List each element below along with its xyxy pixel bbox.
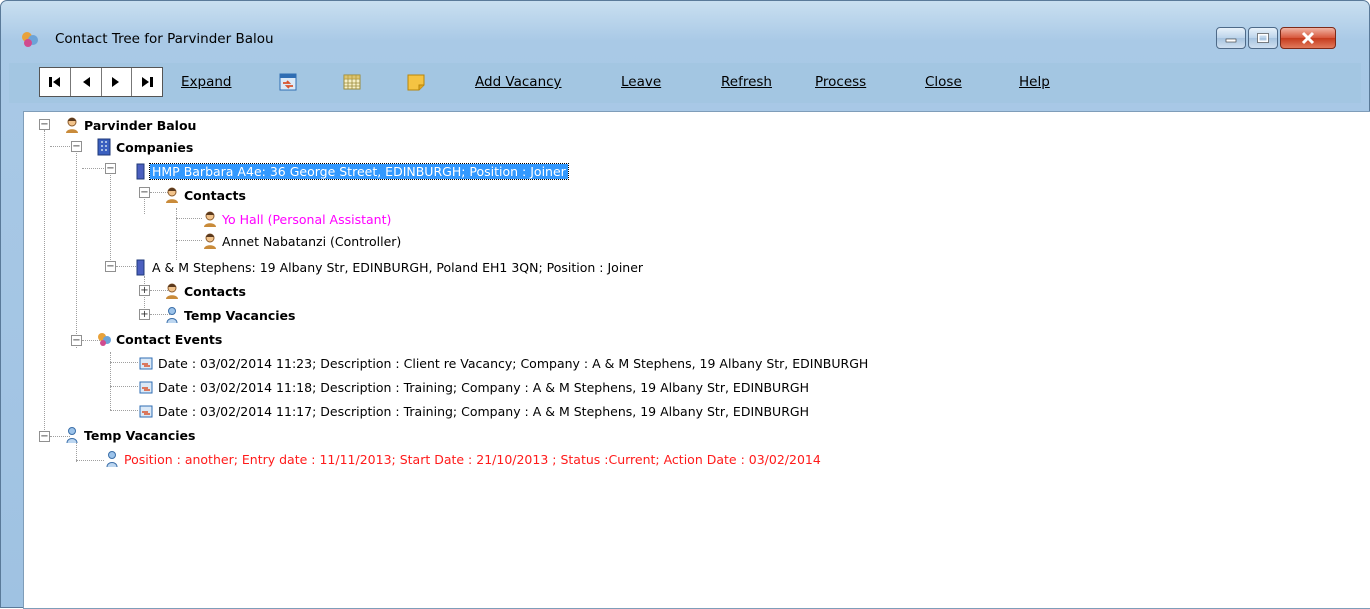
tree-node-event1[interactable]: Date : 03/02/2014 11:23; Description : C… bbox=[138, 353, 870, 373]
tree-line bbox=[44, 130, 45, 438]
record-navigator bbox=[39, 67, 163, 97]
close-link[interactable]: Close bbox=[925, 74, 962, 90]
tree-line bbox=[110, 386, 138, 387]
tree-node-company2-temp-vacancies[interactable]: Temp Vacancies bbox=[164, 305, 297, 325]
previous-record-button[interactable] bbox=[71, 68, 102, 96]
contact2-label: Annet Nabatanzi (Controller) bbox=[222, 233, 402, 249]
collapse-toggle[interactable]: − bbox=[139, 187, 150, 198]
calendar-swap-icon[interactable] bbox=[277, 71, 299, 93]
building-icon bbox=[136, 163, 145, 180]
collapse-toggle[interactable]: − bbox=[39, 119, 50, 130]
close-window-button[interactable] bbox=[1280, 27, 1336, 49]
tree-node-vacancy1[interactable]: Position : another; Entry date : 11/11/2… bbox=[104, 449, 823, 469]
tree-line bbox=[110, 170, 111, 270]
window-title: Contact Tree for Parvinder Balou bbox=[55, 31, 274, 47]
minimize-button[interactable] bbox=[1216, 27, 1246, 49]
previous-icon bbox=[82, 77, 90, 87]
person-icon bbox=[204, 233, 216, 249]
tree-node-company2[interactable]: A & M Stephens: 19 Albany Str, EDINBURGH… bbox=[132, 257, 645, 277]
tree-line bbox=[110, 410, 138, 411]
expand-toggle[interactable]: + bbox=[139, 285, 150, 296]
vacancy-icon bbox=[66, 427, 78, 444]
contact-tree-window: Contact Tree for Parvinder Balou Expand … bbox=[0, 0, 1370, 609]
expand-toggle[interactable]: + bbox=[139, 309, 150, 320]
event2-label: Date : 03/02/2014 11:18; Description : T… bbox=[158, 379, 809, 395]
contact1-label: Yo Hall (Personal Assistant) bbox=[222, 211, 392, 227]
collapse-toggle[interactable]: − bbox=[71, 335, 82, 346]
tree-line bbox=[176, 240, 202, 241]
collapse-toggle[interactable]: − bbox=[71, 141, 82, 152]
contact-events-label: Contact Events bbox=[116, 331, 223, 347]
collapse-toggle[interactable]: − bbox=[105, 261, 116, 272]
tree-node-event2[interactable]: Date : 03/02/2014 11:18; Description : T… bbox=[138, 377, 811, 397]
last-icon bbox=[142, 77, 154, 87]
app-icon bbox=[22, 32, 38, 47]
collapse-toggle[interactable]: − bbox=[105, 163, 116, 174]
calendar-swap-icon bbox=[139, 405, 153, 418]
title-bar: Contact Tree for Parvinder Balou bbox=[1, 1, 1369, 51]
tree-line bbox=[76, 442, 77, 462]
person-icon bbox=[166, 187, 178, 203]
tree-node-root[interactable]: Parvinder Balou bbox=[64, 115, 198, 135]
tree-line bbox=[76, 460, 104, 461]
building-icon bbox=[97, 138, 111, 156]
expand-link[interactable]: Expand bbox=[181, 74, 232, 90]
temp-vacancies-label: Temp Vacancies bbox=[84, 427, 196, 443]
event-icon bbox=[98, 333, 111, 346]
temp-vacancies-label: Temp Vacancies bbox=[184, 307, 296, 323]
process-link[interactable]: Process bbox=[815, 74, 866, 90]
tree-line bbox=[50, 146, 70, 147]
last-record-button[interactable] bbox=[132, 68, 162, 96]
calendar-swap-icon bbox=[139, 357, 153, 370]
root-label: Parvinder Balou bbox=[84, 117, 197, 133]
person-icon bbox=[204, 211, 216, 227]
company1-label: HMP Barbara A4e: 36 George Street, EDINB… bbox=[149, 162, 569, 180]
next-icon bbox=[112, 77, 120, 87]
person-icon bbox=[166, 283, 178, 299]
next-record-button[interactable] bbox=[102, 68, 133, 96]
first-icon bbox=[48, 77, 60, 87]
contacts-label: Contacts bbox=[184, 187, 246, 203]
vacancy1-label: Position : another; Entry date : 11/11/2… bbox=[124, 451, 821, 467]
tree-line bbox=[110, 352, 111, 410]
event3-label: Date : 03/02/2014 11:17; Description : T… bbox=[158, 403, 809, 419]
tree-node-event3[interactable]: Date : 03/02/2014 11:17; Description : T… bbox=[138, 401, 811, 421]
refresh-link[interactable]: Refresh bbox=[721, 74, 772, 90]
grid-icon[interactable] bbox=[341, 71, 363, 93]
calendar-swap-icon bbox=[139, 381, 153, 394]
tree-node-company2-contacts[interactable]: Contacts bbox=[164, 281, 248, 301]
building-icon bbox=[136, 259, 145, 276]
vacancy-icon bbox=[166, 307, 178, 324]
tree-line bbox=[76, 148, 77, 348]
tree-line bbox=[82, 168, 104, 169]
tree-node-temp-vacancies[interactable]: Temp Vacancies bbox=[64, 425, 197, 445]
maximize-icon bbox=[1257, 33, 1269, 43]
tree-node-contact1[interactable]: Yo Hall (Personal Assistant) bbox=[202, 209, 393, 229]
help-link[interactable]: Help bbox=[1019, 74, 1050, 90]
person-icon bbox=[66, 117, 78, 133]
contact-tree: − − − − − + + − − Parvinder Balou Compan… bbox=[23, 111, 1370, 609]
minimize-icon bbox=[1225, 38, 1237, 43]
tree-node-contact-events[interactable]: Contact Events bbox=[96, 329, 224, 349]
companies-label: Companies bbox=[116, 139, 194, 155]
leave-link[interactable]: Leave bbox=[621, 74, 661, 90]
tree-node-contact2[interactable]: Annet Nabatanzi (Controller) bbox=[202, 231, 403, 251]
maximize-button[interactable] bbox=[1248, 27, 1278, 49]
vacancy-icon bbox=[106, 451, 118, 468]
toolbar: Expand Add Vacancy Leave Refresh Process… bbox=[9, 63, 1361, 103]
tree-line bbox=[176, 218, 202, 219]
tree-node-companies[interactable]: Companies bbox=[96, 137, 195, 157]
event1-label: Date : 03/02/2014 11:23; Description : C… bbox=[158, 355, 869, 371]
tree-node-company1-contacts[interactable]: Contacts bbox=[164, 185, 248, 205]
company2-label: A & M Stephens: 19 Albany Str, EDINBURGH… bbox=[152, 259, 644, 275]
add-vacancy-link[interactable]: Add Vacancy bbox=[475, 74, 562, 90]
contacts-label: Contacts bbox=[184, 283, 246, 299]
tree-node-company1[interactable]: HMP Barbara A4e: 36 George Street, EDINB… bbox=[132, 161, 569, 181]
collapse-toggle[interactable]: − bbox=[39, 431, 50, 442]
tree-line bbox=[176, 208, 177, 260]
tree-line bbox=[110, 362, 138, 363]
close-icon bbox=[1301, 31, 1315, 45]
note-icon[interactable] bbox=[405, 71, 427, 93]
first-record-button[interactable] bbox=[40, 68, 71, 96]
